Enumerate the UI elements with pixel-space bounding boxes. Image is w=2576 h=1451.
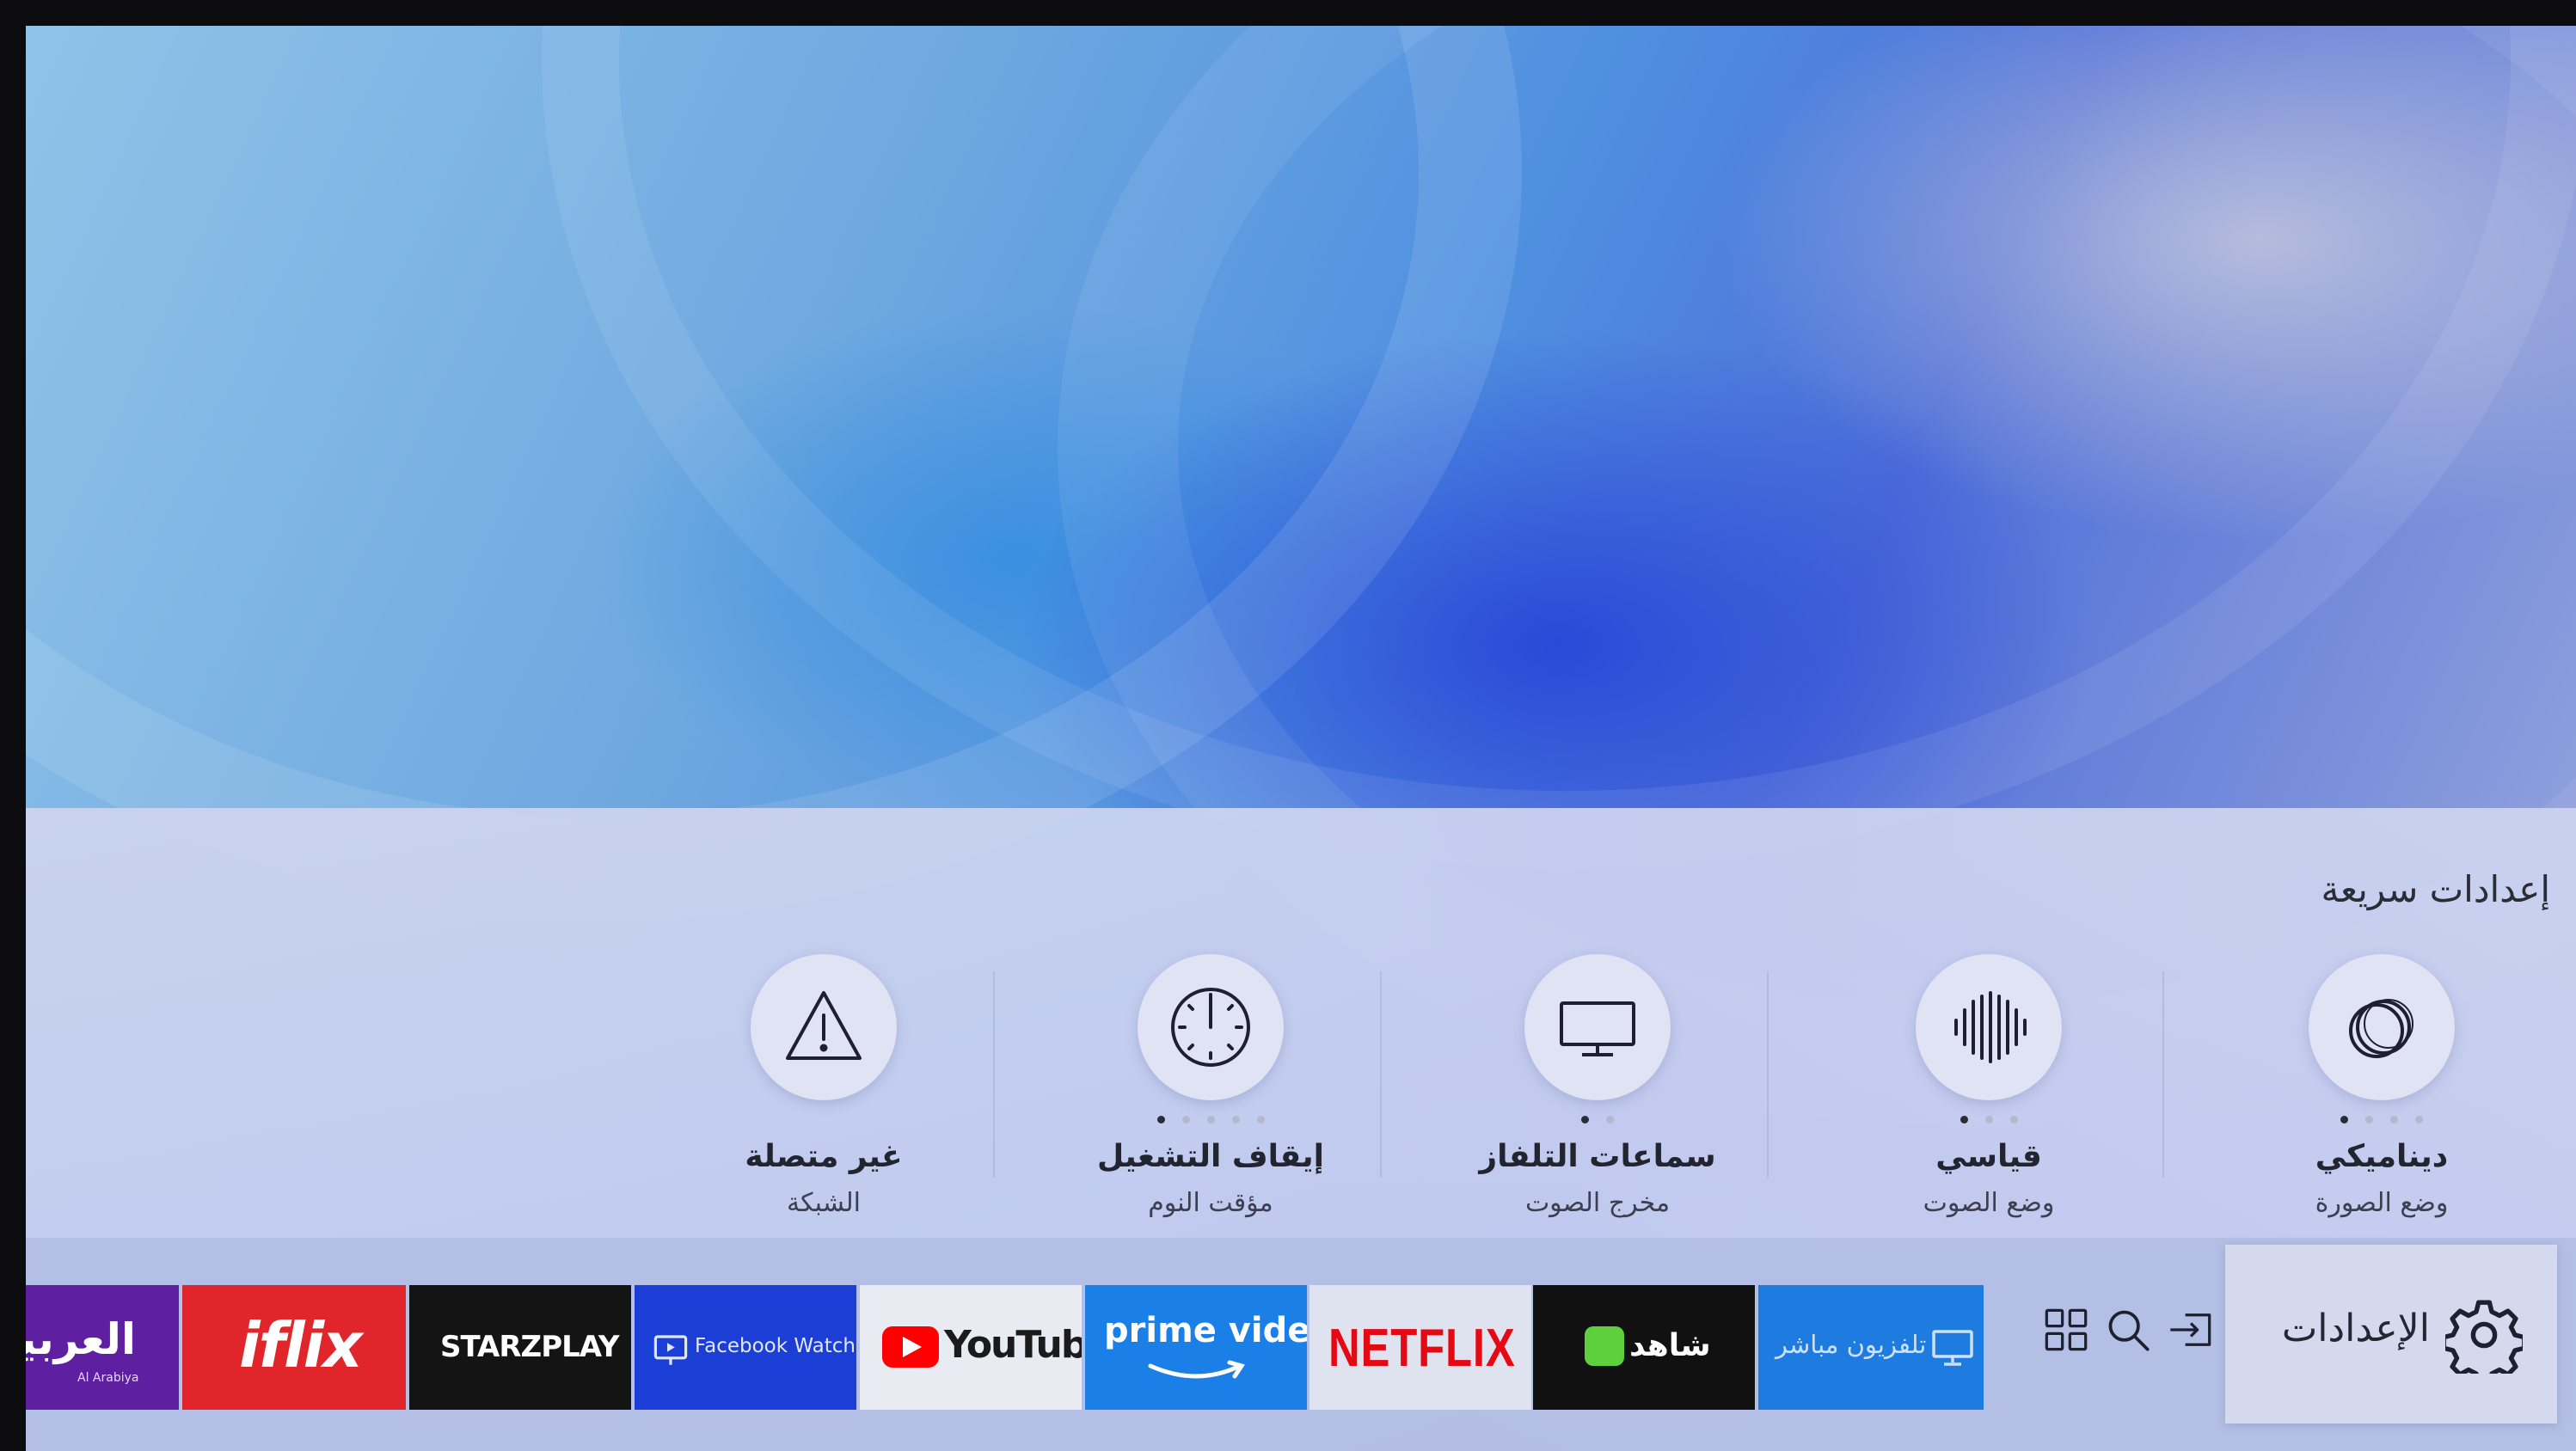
tv-monitor-icon bbox=[1932, 1330, 1973, 1366]
play-triangle-icon bbox=[903, 1337, 922, 1357]
gear-icon bbox=[2445, 1300, 2523, 1374]
app-label: YouTube bbox=[944, 1323, 1082, 1367]
app-label: STARZPLAY bbox=[440, 1330, 619, 1364]
tile-label: وضع الصورة bbox=[2315, 1188, 2449, 1218]
quick-setting-picture-mode[interactable]: ديناميكي وضع الصورة bbox=[2188, 954, 2575, 1218]
facebook-watch-icon bbox=[653, 1335, 688, 1365]
tile-label: الشبكة bbox=[787, 1188, 861, 1218]
app-live-tv[interactable]: تلفزيون مباشر bbox=[1758, 1285, 1984, 1410]
background-swoosh bbox=[26, 26, 1522, 920]
option-dots bbox=[1404, 1116, 1791, 1126]
app-netflix[interactable]: NETFLIX bbox=[1309, 1285, 1531, 1410]
quick-setting-network[interactable]: غير متصلة الشبكة bbox=[630, 954, 1017, 1218]
smart-hub-bar: الإعدادات تلفزيون مباشر شاهد NETFLIX pri… bbox=[26, 1238, 2576, 1451]
app-youtube[interactable]: YouTube bbox=[860, 1285, 1082, 1410]
tile-label: مخرج الصوت bbox=[1524, 1188, 1671, 1218]
app-label: prime video bbox=[1104, 1311, 1307, 1350]
app-prime-video[interactable]: prime video bbox=[1085, 1285, 1307, 1410]
app-shahid[interactable]: شاهد bbox=[1533, 1285, 1755, 1410]
app-iflix[interactable]: iflix bbox=[182, 1285, 406, 1410]
settings-button[interactable]: الإعدادات bbox=[2225, 1245, 2557, 1423]
app-label: تلفزيون مباشر bbox=[1776, 1330, 1927, 1359]
apps-grid-icon[interactable] bbox=[2043, 1307, 2089, 1353]
app-facebook-watch[interactable]: Facebook Watch bbox=[635, 1285, 856, 1410]
settings-label: الإعدادات bbox=[2281, 1307, 2430, 1350]
quick-setting-sleep-timer[interactable]: إيقاف التشغيل مؤقت النوم bbox=[1017, 954, 1404, 1218]
clock-icon bbox=[1138, 954, 1284, 1100]
shahid-logo-icon bbox=[1585, 1326, 1624, 1366]
quick-setting-sound-mode[interactable]: قياسي وضع الصوت bbox=[1795, 954, 2182, 1218]
amazon-smile-icon bbox=[1148, 1360, 1245, 1379]
app-label: شاهد bbox=[1629, 1328, 1711, 1363]
tile-value: إيقاف التشغيل bbox=[1097, 1139, 1324, 1174]
tile-value: ديناميكي bbox=[2315, 1139, 2449, 1174]
tile-value: قياسي bbox=[1935, 1139, 2042, 1174]
tv-monitor-icon bbox=[1524, 954, 1671, 1100]
app-sublabel: Al Arabiya bbox=[77, 1371, 139, 1385]
quick-settings-title: إعدادات سريعة bbox=[2321, 868, 2550, 910]
quick-setting-sound-output[interactable]: سماعات التلفاز مخرج الصوت bbox=[1404, 954, 1791, 1218]
option-dots bbox=[1795, 1116, 2182, 1126]
sound-wave-icon bbox=[1916, 954, 2062, 1100]
app-label: iflix bbox=[239, 1309, 363, 1381]
app-label: العربية bbox=[26, 1314, 136, 1364]
app-label: Facebook Watch bbox=[695, 1335, 856, 1357]
option-dots bbox=[2188, 1116, 2575, 1126]
background-swoosh bbox=[542, 26, 2576, 868]
search-icon[interactable] bbox=[2105, 1307, 2151, 1353]
source-input-icon[interactable] bbox=[2167, 1307, 2213, 1353]
tile-label: وضع الصوت bbox=[1923, 1188, 2055, 1218]
app-label: NETFLIX bbox=[1328, 1319, 1516, 1378]
picture-mode-icon bbox=[2309, 954, 2455, 1100]
tv-screen: إعدادات سريعة ديناميكي وضع الصورة قياسي … bbox=[26, 26, 2576, 1451]
tile-value: غير متصلة bbox=[745, 1139, 903, 1174]
tile-value: سماعات التلفاز bbox=[1479, 1139, 1716, 1174]
warning-icon bbox=[751, 954, 897, 1100]
tile-label: مؤقت النوم bbox=[1148, 1188, 1273, 1218]
option-dots bbox=[1017, 1116, 1404, 1126]
app-al-arabiya[interactable]: العربية Al Arabiya bbox=[26, 1285, 179, 1410]
app-starzplay[interactable]: STARZPLAY bbox=[409, 1285, 631, 1410]
